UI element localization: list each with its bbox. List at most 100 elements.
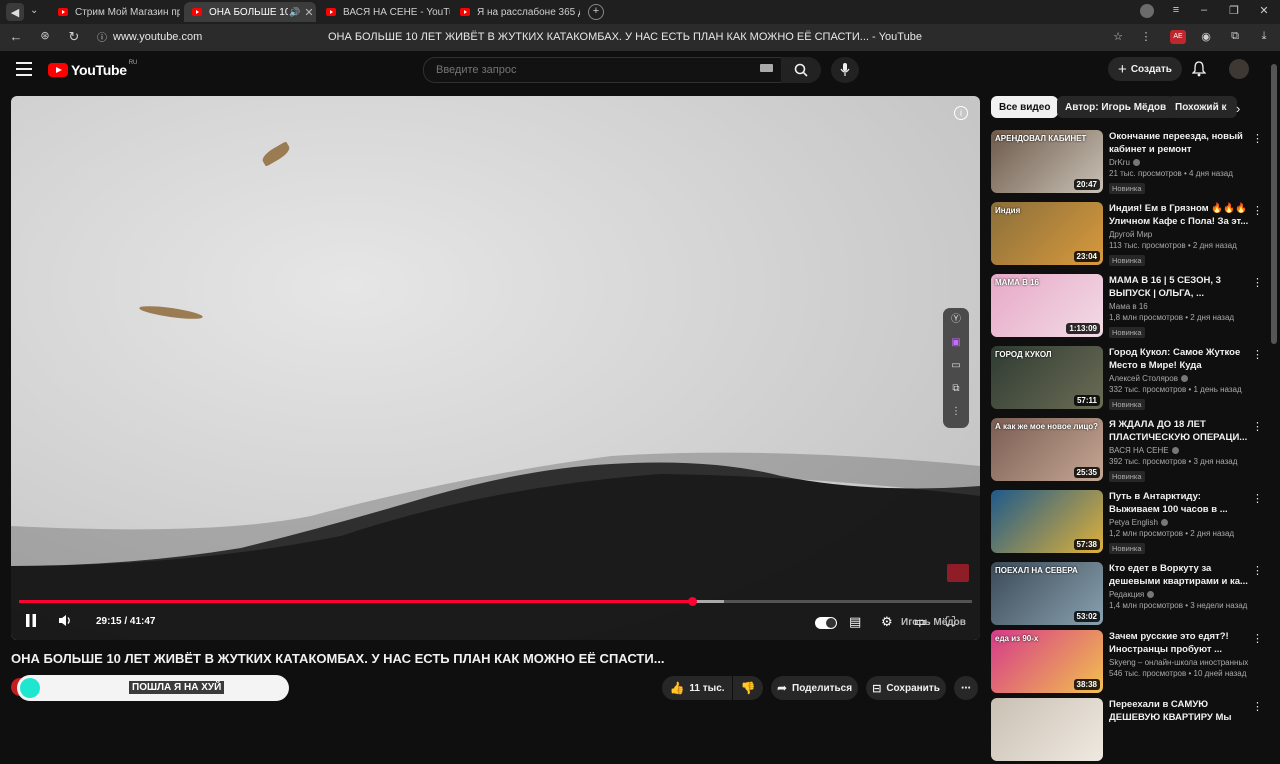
more-vertical-icon[interactable]: ⋮ <box>1252 348 1263 361</box>
settings-button[interactable]: ⚙ <box>881 614 893 630</box>
progress-scrubber-handle[interactable] <box>687 597 697 606</box>
recommendation-item[interactable]: ГОРОД КУКОЛ 57:11 Город Кукол: Самое Жутко… <box>991 346 1263 412</box>
tab-list-chevron-icon[interactable]: ⌄ <box>30 5 38 16</box>
recommendation-item[interactable]: Переехали в САМУЮ ДЕШЕВУЮ КВАРТИРУ Мы ⋮ <box>991 698 1263 764</box>
browser-tab[interactable]: ВАСЯ НА СЕНЕ - YouTube <box>318 2 450 22</box>
recommendation-channel[interactable]: Другой Мир <box>1109 230 1152 239</box>
search-input[interactable] <box>434 63 738 77</box>
recommendation-title[interactable]: Окончание переезда, новый кабинет и ремо… <box>1109 130 1249 156</box>
menu-icon[interactable]: ≡ <box>1168 4 1184 16</box>
chip-similar[interactable]: Похожий к <box>1167 96 1237 118</box>
video-thumbnail[interactable]: еда из 90-х 38:38 <box>991 630 1103 693</box>
youtube-logo[interactable]: YouTube RU <box>48 60 137 78</box>
site-info-icon[interactable]: ⓘ <box>94 29 110 44</box>
create-button[interactable]: + Создать <box>1108 57 1182 81</box>
reload-icon[interactable]: ↻ <box>66 29 82 45</box>
recommendation-channel[interactable]: ВАСЯ НА СЕНЕ <box>1109 446 1169 455</box>
subtitles-icon[interactable]: ▭ <box>943 354 969 377</box>
download-icon[interactable]: ⤓ <box>1256 30 1272 43</box>
recommendation-item[interactable]: АРЕНДОВАЛ КАБИНЕТ 20:47 Окончание переезда… <box>991 130 1263 196</box>
recommendation-item[interactable]: ПОЕХАЛ НА СЕВЕРА 53:02 Кто едет в Воркуту … <box>991 562 1263 628</box>
recommendation-item[interactable]: еда из 90-х 38:38 Зачем русские это едят?!… <box>991 630 1263 696</box>
recommendation-title[interactable]: Город Кукол: Самое Жуткое Место в Мире! … <box>1109 346 1249 372</box>
search-button[interactable] <box>781 57 821 83</box>
recommendation-title[interactable]: Кто едет в Воркуту за дешевыми квартирам… <box>1109 562 1249 588</box>
save-button[interactable]: ⊟ Сохранить <box>866 676 946 700</box>
more-vertical-icon[interactable]: ⋮ <box>1252 420 1263 433</box>
more-vertical-icon[interactable]: ⋮ <box>1252 632 1263 645</box>
extension-icon[interactable]: AE <box>1170 30 1186 44</box>
recommendation-item[interactable]: Индия 23:04 Индия! Ем в Грязном 🔥🔥🔥 Улично… <box>991 202 1263 268</box>
tab-close-icon[interactable]: ✕ <box>302 6 316 19</box>
more-actions-button[interactable]: ⋯ <box>954 676 978 700</box>
like-button[interactable]: 👍 11 тыс. <box>662 676 732 700</box>
more-vertical-icon[interactable]: ⋮ <box>1252 276 1263 289</box>
progress-bar[interactable] <box>19 597 972 606</box>
recommendation-title[interactable]: Зачем русские это едят?! Иностранцы проб… <box>1109 630 1249 656</box>
autoplay-toggle[interactable] <box>815 617 837 629</box>
recommendation-title[interactable]: МАМА В 16 | 5 СЕЗОН, 3 ВЫПУСК | ОЛЬГА, .… <box>1109 274 1249 300</box>
more-vertical-icon[interactable]: ⋮ <box>1138 30 1154 43</box>
shield-icon[interactable]: ⊛ <box>37 29 53 42</box>
account-avatar[interactable] <box>1229 59 1249 79</box>
video-player[interactable]: i Ⓨ ▣ ▭ ⧉ ⋮ 29:15 / 41:47 ▤ ⚙ ▭ ⛶ Игорь … <box>11 96 980 640</box>
recommendation-item[interactable]: 57:38 Путь в Антарктиду: Выживаем 100 час… <box>991 490 1263 556</box>
media-icon[interactable]: ◉ <box>1198 30 1214 43</box>
speaker-icon[interactable]: ◀ <box>6 3 24 21</box>
translate-icon[interactable]: ▣ <box>943 331 969 354</box>
more-vertical-icon[interactable]: ⋮ <box>943 400 969 423</box>
extensions-icon[interactable]: ⧉ <box>1227 30 1243 43</box>
recommendation-channel[interactable]: Skyeng – онлайн-школа иностранных <box>1109 658 1248 667</box>
keyboard-icon[interactable] <box>760 64 773 72</box>
captions-button[interactable]: ▤ <box>849 614 861 630</box>
video-thumbnail[interactable]: Индия 23:04 <box>991 202 1103 265</box>
notifications-bell-icon[interactable] <box>1191 61 1207 82</box>
recommendation-item[interactable]: МАМА В 16 1:13:09 МАМА В 16 | 5 СЕЗОН, 3 В… <box>991 274 1263 340</box>
bookmark-icon[interactable]: ☆ <box>1110 30 1126 43</box>
recommendation-item[interactable]: А как же мое новое лицо? 25:35 Я ЖДАЛА ДО … <box>991 418 1263 484</box>
video-thumbnail[interactable]: АРЕНДОВАЛ КАБИНЕТ 20:47 <box>991 130 1103 193</box>
volume-button[interactable] <box>58 614 72 630</box>
recommendation-title[interactable]: Путь в Антарктиду: Выживаем 100 часов в … <box>1109 490 1249 516</box>
chip-author[interactable]: Автор: Игорь Мёдов <box>1057 96 1175 118</box>
recommendation-channel[interactable]: Алексей Столяров <box>1109 374 1178 383</box>
video-thumbnail[interactable]: А как же мое новое лицо? 25:35 <box>991 418 1103 481</box>
video-thumbnail[interactable]: МАМА В 16 1:13:09 <box>991 274 1103 337</box>
search-box[interactable] <box>423 57 782 83</box>
chevron-right-icon[interactable]: › <box>1236 101 1240 116</box>
recommendation-channel[interactable]: Редакция <box>1109 590 1144 599</box>
maximize-icon[interactable]: ❐ <box>1226 4 1242 17</box>
video-thumbnail[interactable] <box>991 698 1103 761</box>
more-vertical-icon[interactable]: ⋮ <box>1252 204 1263 217</box>
more-vertical-icon[interactable]: ⋮ <box>1252 492 1263 505</box>
chip-all-videos[interactable]: Все видео <box>991 96 1059 118</box>
share-button[interactable]: ➦ Поделиться <box>771 676 858 700</box>
recommendation-channel[interactable]: Petya English <box>1109 518 1158 527</box>
browser-tab-active[interactable]: ОНА БОЛЬШЕ 10 ЛЕ 🔊 ✕ <box>184 2 316 22</box>
pause-button[interactable] <box>25 614 37 630</box>
recommendation-channel[interactable]: DrKru <box>1109 158 1130 167</box>
url-text[interactable]: www.youtube.com <box>113 31 202 43</box>
recommendation-channel[interactable]: Мама в 16 <box>1109 302 1148 311</box>
profile-icon[interactable] <box>1140 4 1154 18</box>
recommendation-title[interactable]: Переехали в САМУЮ ДЕШЕВУЮ КВАРТИРУ Мы <box>1109 698 1249 724</box>
recommendation-title[interactable]: Я ЖДАЛА ДО 18 ЛЕТ ПЛАСТИЧЕСКУЮ ОПЕРАЦИ..… <box>1109 418 1249 444</box>
minimize-icon[interactable]: – <box>1196 4 1212 16</box>
voice-search-button[interactable] <box>831 57 859 83</box>
yandex-icon[interactable]: Ⓨ <box>943 308 969 331</box>
info-icon[interactable]: i <box>954 106 968 120</box>
picture-in-picture-icon[interactable]: ⧉ <box>943 377 969 400</box>
browser-tab[interactable]: Стрим Мой Магазин про <box>50 2 180 22</box>
recommendation-title[interactable]: Индия! Ем в Грязном 🔥🔥🔥 Уличном Кафе с П… <box>1109 202 1249 228</box>
video-thumbnail[interactable]: 57:38 <box>991 490 1103 553</box>
more-vertical-icon[interactable]: ⋮ <box>1252 132 1263 145</box>
browser-tab[interactable]: Я на расслабоне 365 дне <box>452 2 580 22</box>
back-arrow-icon[interactable]: ← <box>8 29 24 44</box>
video-thumbnail[interactable]: ПОЕХАЛ НА СЕВЕРА 53:02 <box>991 562 1103 625</box>
new-tab-icon[interactable]: + <box>588 4 604 20</box>
scrollbar[interactable] <box>1271 64 1277 344</box>
hamburger-menu-icon[interactable] <box>16 62 32 76</box>
more-vertical-icon[interactable]: ⋮ <box>1252 564 1263 577</box>
video-thumbnail[interactable]: ГОРОД КУКОЛ 57:11 <box>991 346 1103 409</box>
close-window-icon[interactable]: ✕ <box>1256 4 1272 17</box>
